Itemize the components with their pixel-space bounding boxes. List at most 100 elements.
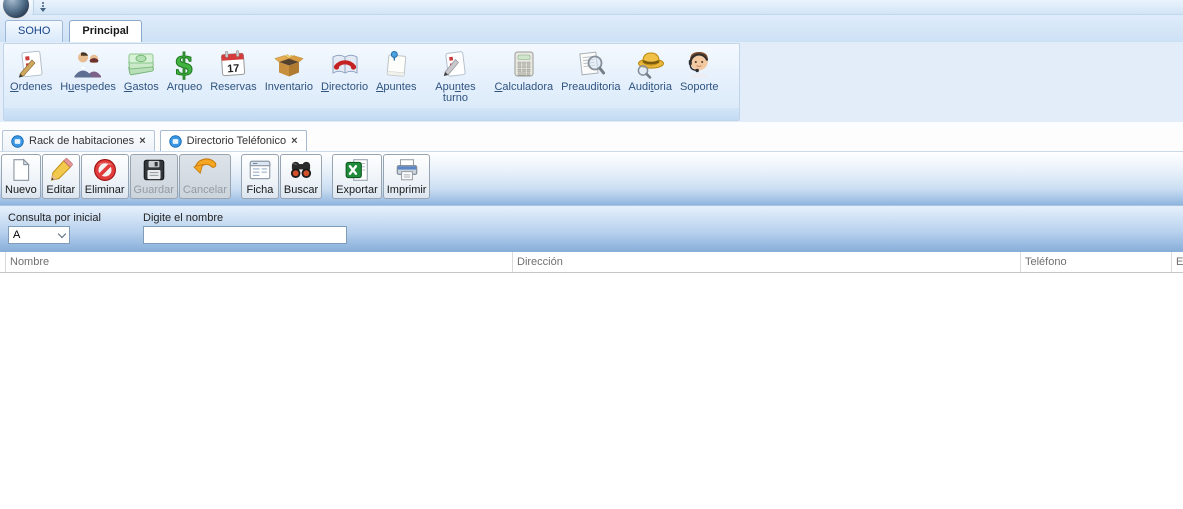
ribbon-item-arqueo[interactable]: $ Arqueo <box>163 47 206 94</box>
ribbon-item-label: Calculadora <box>494 82 553 93</box>
column-header-email[interactable]: Email <box>1172 252 1183 272</box>
exportar-button[interactable]: Exportar <box>332 154 382 199</box>
guardar-icon <box>141 157 167 183</box>
buscar-icon <box>288 157 314 183</box>
apuntes-turno-icon <box>439 48 471 80</box>
ribbon-item-directorio[interactable]: Directorio <box>317 47 372 94</box>
ribbon-item-apuntes-turno[interactable]: Apuntes turno <box>420 47 490 105</box>
ribbon-item-label: Auditoria <box>629 82 672 93</box>
ribbon-items: Ordenes Huespedes Gastos $ Arqueo 17 Reservas I… <box>4 44 739 105</box>
preauditoria-icon <box>575 48 607 80</box>
ribbon-item-label: Apuntes <box>376 82 416 93</box>
document-tab-rack-de-habitaciones[interactable]: Rack de habitaciones × <box>2 130 155 151</box>
editar-icon <box>48 157 74 183</box>
ribbon-item-preauditoria[interactable]: Preauditoria <box>557 47 624 94</box>
nuevo-button[interactable]: Nuevo <box>1 154 41 199</box>
ribbon-item-label: Inventario <box>265 82 313 93</box>
toolbar-button-label: Editar <box>46 184 75 196</box>
ribbon-item-soporte[interactable]: Soporte <box>676 47 723 94</box>
svg-text:$: $ <box>174 48 195 80</box>
ficha-button[interactable]: Ficha <box>241 154 279 199</box>
ribbon-item-label: Directorio <box>321 82 368 93</box>
editar-button[interactable]: Editar <box>42 154 80 199</box>
ribbon-item-label: Gastos <box>124 82 159 93</box>
chevron-down-icon <box>58 229 66 237</box>
inventario-icon <box>273 48 305 80</box>
nuevo-icon <box>8 157 34 183</box>
ribbon-item-label: Apuntes turno <box>424 82 486 104</box>
ribbon-item-reservas[interactable]: 17 Reservas <box>206 47 260 94</box>
ribbon-item-auditoria[interactable]: Auditoria <box>625 47 676 94</box>
ordenes-icon <box>15 48 47 80</box>
action-toolbar: Nuevo Editar Eliminar Guardar Cancelar Ficha B… <box>0 152 1183 205</box>
initial-filter-combobox[interactable]: A <box>8 226 70 244</box>
doc-tab-icon <box>11 135 24 148</box>
ribbon-item-label: Soporte <box>680 82 719 93</box>
ribbon-item-label: Preauditoria <box>561 82 620 93</box>
ribbon: Ordenes Huespedes Gastos $ Arqueo 17 Reservas I… <box>0 42 1183 122</box>
calculadora-icon <box>508 48 540 80</box>
eliminar-icon <box>92 157 118 183</box>
ribbon-tab-principal[interactable]: Principal <box>69 20 141 42</box>
ficha-icon <box>247 157 273 183</box>
soporte-icon <box>683 48 715 80</box>
directory-table-header: NombreDirecciónTeléfonoEmail <box>0 252 1183 273</box>
ribbon-tab-soho[interactable]: SOHO <box>5 20 63 42</box>
apuntes-icon <box>380 48 412 80</box>
eliminar-button[interactable]: Eliminar <box>81 154 129 199</box>
arqueo-icon: $ <box>168 48 200 80</box>
ribbon-item-label: Huespedes <box>60 82 116 93</box>
toolbar-button-label: Eliminar <box>85 184 125 196</box>
ribbon-item-label: Arqueo <box>167 82 202 93</box>
buscar-button[interactable]: Buscar <box>280 154 322 199</box>
reservas-icon: 17 <box>217 48 249 80</box>
imprimir-button[interactable]: Imprimir <box>383 154 431 199</box>
app-menu-frame <box>0 0 34 15</box>
ribbon-gap <box>0 122 1183 130</box>
column-header-telefono[interactable]: Teléfono <box>1021 252 1172 272</box>
cancelar-icon <box>192 157 218 183</box>
ribbon-item-huespedes[interactable]: Huespedes <box>56 47 120 94</box>
imprimir-icon <box>394 157 420 183</box>
column-header-nombre[interactable]: Nombre <box>6 252 513 272</box>
toolbar-button-label: Buscar <box>284 184 318 196</box>
gastos-icon <box>125 48 157 80</box>
ribbon-item-ordenes[interactable]: Ordenes <box>6 47 56 94</box>
toolbar-button-label: Guardar <box>134 184 174 196</box>
document-tab-label: Rack de habitaciones <box>29 135 134 147</box>
close-tab-icon[interactable]: × <box>291 135 297 147</box>
toolbar-button-label: Exportar <box>336 184 378 196</box>
svg-text:17: 17 <box>227 63 240 76</box>
cancelar-button: Cancelar <box>179 154 231 199</box>
filter-panel: Consulta por inicial A Digite el nombre <box>0 205 1183 252</box>
doc-tab-icon <box>169 135 182 148</box>
auditoria-icon <box>634 48 666 80</box>
initial-filter-label: Consulta por inicial <box>8 212 101 224</box>
close-tab-icon[interactable]: × <box>139 135 145 147</box>
name-filter-input[interactable] <box>143 226 347 244</box>
guardar-button: Guardar <box>130 154 178 199</box>
quick-access-more-button[interactable] <box>40 2 46 12</box>
document-tab-label: Directorio Teléfonico <box>187 135 286 147</box>
ribbon-item-inventario[interactable]: Inventario <box>261 47 317 94</box>
ribbon-item-label: Ordenes <box>10 82 52 93</box>
dots-icon <box>42 2 44 4</box>
toolbar-button-label: Cancelar <box>183 184 227 196</box>
document-tab-row: Rack de habitaciones×Directorio Teléfoni… <box>0 130 1183 152</box>
ribbon-item-calculadora[interactable]: Calculadora <box>490 47 557 94</box>
ribbon-item-apuntes[interactable]: Apuntes <box>372 47 420 94</box>
document-tab-directorio-telefonico[interactable]: Directorio Teléfonico × <box>160 130 307 151</box>
ribbon-tab-row: SOHO Principal <box>0 15 1183 42</box>
toolbar-button-label: Ficha <box>246 184 273 196</box>
toolbar-button-label: Nuevo <box>5 184 37 196</box>
title-bar <box>0 0 1183 15</box>
ribbon-item-label: Reservas <box>210 82 256 93</box>
exportar-icon <box>344 157 370 183</box>
name-filter-label: Digite el nombre <box>143 212 223 224</box>
caret-down-icon <box>40 8 46 12</box>
ribbon-item-gastos[interactable]: Gastos <box>120 47 163 94</box>
directorio-icon <box>329 48 361 80</box>
directory-table-body[interactable] <box>0 273 1183 509</box>
toolbar-button-label: Imprimir <box>387 184 427 196</box>
column-header-direccion[interactable]: Dirección <box>513 252 1021 272</box>
